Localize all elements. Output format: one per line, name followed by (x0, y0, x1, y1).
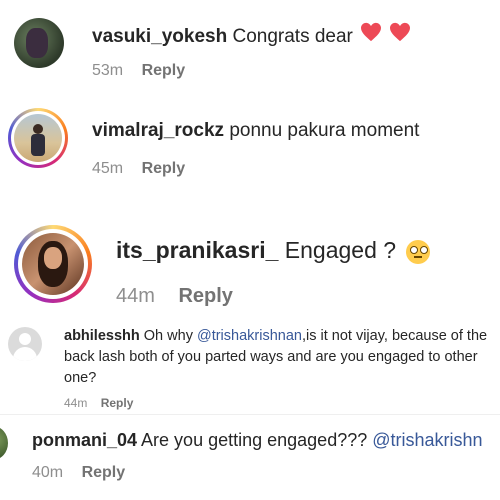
reply-button[interactable]: Reply (142, 160, 186, 177)
comment-line: its_pranikasri_ Engaged ? (116, 237, 431, 264)
comment-vasuki-yokesh: vasuki_yokesh Congrats dear 53m Reply (0, 0, 500, 100)
comment-time: 44m (116, 285, 155, 307)
comment-line: vimalraj_rockz ponnu pakura moment (92, 120, 419, 142)
heart-icon (389, 22, 411, 48)
mention-link[interactable]: @trishakrishn (372, 430, 482, 450)
reply-button[interactable]: Reply (82, 464, 126, 481)
comment-time: 53m (92, 62, 124, 79)
comment-meta: 53m Reply (92, 62, 185, 80)
comment-username[interactable]: ponmani_04 (32, 430, 137, 450)
comment-username[interactable]: abhilesshh (64, 328, 140, 344)
divider (0, 414, 500, 415)
heart-icon (360, 22, 382, 48)
comment-text: Are you getting engaged??? (141, 430, 368, 450)
comment-line: ponmani_04 Are you getting engaged??? @t… (32, 430, 483, 451)
comment-meta: 44m Reply (116, 285, 233, 308)
default-avatar-icon[interactable] (8, 327, 42, 361)
story-ring[interactable] (14, 225, 92, 303)
mention-link[interactable]: @trishakrishnan (197, 328, 302, 344)
comment-abhilesshh: abhilesshh Oh why @trishakrishnan,is it … (0, 320, 500, 415)
avatar (14, 114, 62, 162)
reply-button[interactable]: Reply (142, 62, 186, 79)
comment-ponmani-04: ponmani_04 Are you getting engaged??? @t… (0, 416, 500, 500)
comment-meta: 44m Reply (64, 396, 133, 410)
rolling-eyes-emoji-icon (406, 239, 431, 264)
comment-its-pranikasri: its_pranikasri_ Engaged ? 44m Reply (0, 215, 500, 315)
comment-username[interactable]: vimalraj_rockz (92, 120, 224, 141)
comment-username[interactable]: vasuki_yokesh (92, 26, 227, 47)
comment-text: Engaged ? (284, 237, 397, 263)
comment-text: Congrats dear (232, 26, 353, 47)
avatar[interactable] (0, 426, 8, 460)
reply-button[interactable]: Reply (178, 285, 232, 307)
comment-meta: 40m Reply (32, 464, 125, 482)
comment-time: 40m (32, 464, 64, 481)
comment-line: abhilesshh Oh why @trishakrishnan,is it … (64, 326, 500, 389)
comment-vimalraj-rockz: vimalraj_rockz ponnu pakura moment 45m R… (0, 100, 500, 200)
reply-button[interactable]: Reply (101, 396, 134, 410)
comment-username[interactable]: its_pranikasri_ (116, 237, 278, 263)
comment-time: 45m (92, 160, 124, 177)
comment-time: 44m (64, 396, 88, 410)
story-ring[interactable] (8, 108, 68, 168)
comment-meta: 45m Reply (92, 160, 185, 178)
comment-line: vasuki_yokesh Congrats dear (92, 22, 411, 48)
comment-text: ponnu pakura moment (229, 120, 420, 141)
avatar[interactable] (14, 18, 64, 68)
avatar (22, 233, 84, 295)
comment-text: Oh why (143, 328, 193, 344)
